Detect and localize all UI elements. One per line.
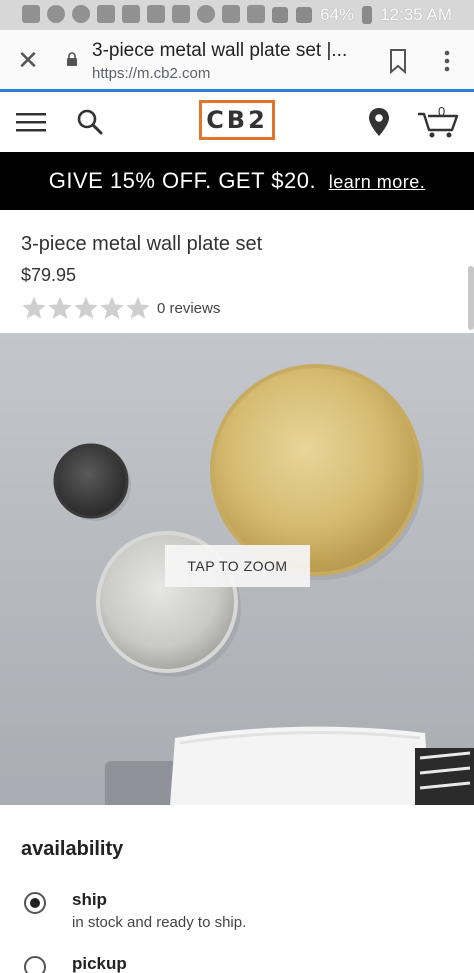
product-price: $79.95 bbox=[21, 265, 77, 285]
star-icon bbox=[126, 296, 150, 319]
rating[interactable]: 0 reviews bbox=[21, 294, 220, 322]
star-icon bbox=[74, 296, 98, 319]
star-icon bbox=[22, 296, 46, 319]
cart-count: 0 bbox=[438, 104, 446, 119]
promo-text: GIVE 15% OFF. GET $20. bbox=[48, 168, 317, 193]
close-tab-icon[interactable]: ✕ bbox=[16, 47, 40, 73]
scrollbar[interactable] bbox=[468, 266, 474, 330]
ship-label: ship bbox=[72, 890, 107, 909]
alarm-icon bbox=[272, 7, 289, 23]
clock: 12:35 AM bbox=[380, 5, 452, 24]
url-text[interactable]: https://m.cb2.com bbox=[92, 65, 210, 82]
pickup-label: pickup bbox=[72, 954, 127, 973]
gmail-icon bbox=[122, 5, 140, 23]
ship-radio[interactable] bbox=[24, 892, 46, 914]
status-bar: 64% 12:35 AM bbox=[0, 0, 474, 30]
signal-icon bbox=[296, 7, 313, 23]
notification-icon bbox=[47, 5, 65, 23]
cb2-logo[interactable]: CB2 bbox=[199, 100, 275, 140]
menu-dots-icon[interactable] bbox=[437, 48, 457, 74]
battery-icon bbox=[362, 6, 373, 24]
browser-toolbar: ✕ 3-piece metal wall plate set |... http… bbox=[0, 30, 474, 92]
reviews-count[interactable]: 0 reviews bbox=[157, 300, 220, 317]
notification-icon bbox=[22, 5, 40, 23]
battery-percent: 64% bbox=[320, 5, 355, 24]
ship-status: in stock and ready to ship. bbox=[72, 914, 247, 931]
gmail-icon bbox=[147, 5, 165, 23]
notification-icon bbox=[172, 5, 190, 23]
product-image[interactable]: TAP TO ZOOM bbox=[0, 333, 474, 805]
hamburger-menu-icon[interactable] bbox=[16, 110, 48, 134]
mail-icon bbox=[97, 5, 115, 23]
notification-icons bbox=[22, 5, 265, 23]
site-header: CB2 0 bbox=[0, 92, 474, 152]
notification-icon bbox=[222, 5, 240, 23]
star-icon bbox=[100, 296, 124, 319]
download-icon bbox=[247, 5, 265, 23]
availability-heading: availability bbox=[21, 838, 124, 860]
lock-icon bbox=[67, 52, 77, 66]
notification-icon bbox=[197, 5, 215, 23]
learn-more-link[interactable]: learn more. bbox=[329, 172, 426, 192]
system-icons: 64% 12:35 AM bbox=[272, 5, 452, 25]
bookmark-icon[interactable] bbox=[387, 48, 409, 74]
search-icon[interactable] bbox=[76, 108, 104, 136]
star-icon bbox=[48, 296, 72, 319]
pickup-radio[interactable] bbox=[24, 956, 46, 973]
location-pin-icon[interactable] bbox=[366, 106, 392, 138]
notification-icon bbox=[72, 5, 90, 23]
product-title: 3-piece metal wall plate set bbox=[21, 233, 263, 255]
tap-to-zoom-button[interactable]: TAP TO ZOOM bbox=[165, 545, 310, 587]
promo-banner: GIVE 15% OFF. GET $20. learn more. bbox=[0, 152, 474, 210]
page-title: 3-piece metal wall plate set |... bbox=[92, 40, 348, 61]
